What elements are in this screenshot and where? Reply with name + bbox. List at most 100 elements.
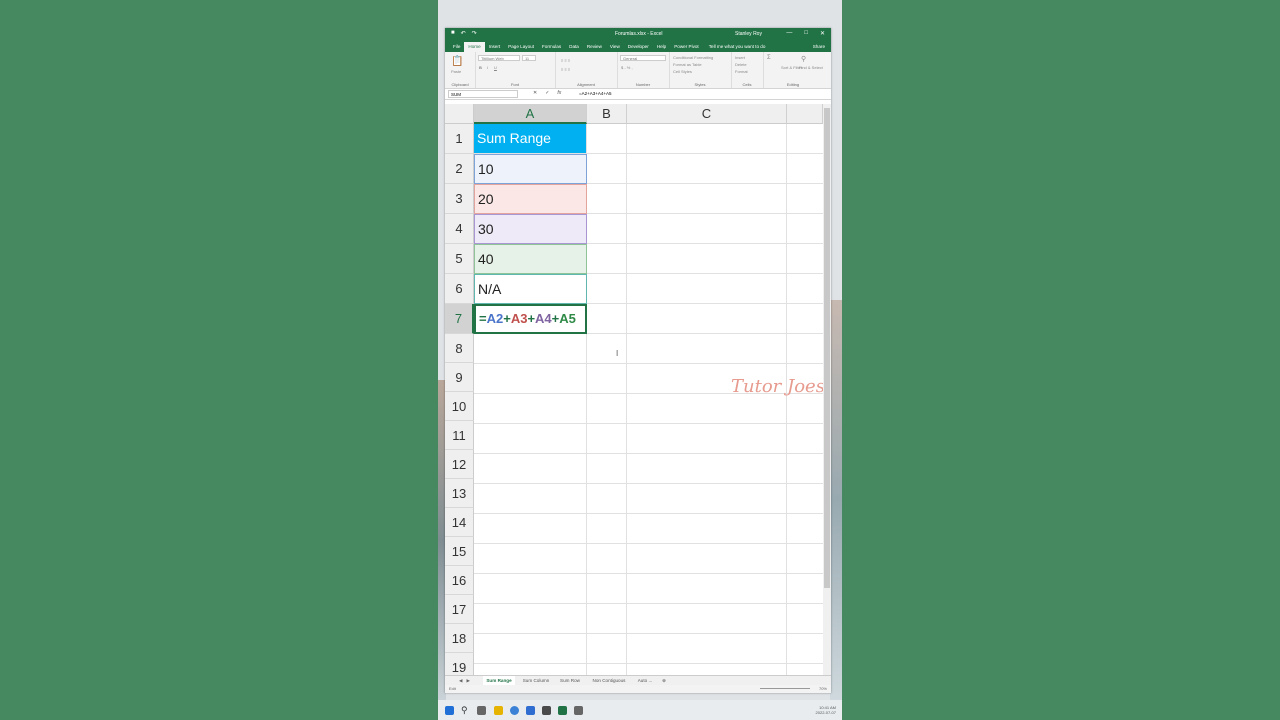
store-icon[interactable] [526,706,535,715]
close-button[interactable]: ✕ [820,30,825,37]
tab-home[interactable]: Home [464,42,485,52]
cell-a6[interactable]: N/A [474,274,587,304]
sheet-nav-arrows[interactable]: ◀▶ [459,678,474,684]
row-header-12[interactable]: 12 [445,450,474,479]
tab-power-pivot[interactable]: Power Pivot [670,42,703,52]
paste-button[interactable]: Paste [451,69,461,74]
cell-a7[interactable]: =A2+A3+A4+A5 [474,304,587,334]
tab-data[interactable]: Data [565,42,583,52]
tab-view[interactable]: View [606,42,624,52]
scrollbar-thumb[interactable] [824,108,830,588]
row-header-11[interactable]: 11 [445,421,474,450]
row-header-16[interactable]: 16 [445,566,474,595]
excel-icon[interactable] [558,706,567,715]
row-header-17[interactable]: 17 [445,595,474,624]
align-top-icon[interactable]: ≡ ≡ ≡ [561,58,570,63]
save-icon[interactable]: ■ [451,30,455,37]
row-header-14[interactable]: 14 [445,508,474,537]
autosum-icon[interactable]: Σ [767,55,771,61]
undo-icon[interactable]: ↶ [461,30,466,37]
sheet-tab-non-contiguous[interactable]: Non Contiguous [587,676,631,685]
tab-page-layout[interactable]: Page Layout [504,42,538,52]
row-header-19[interactable]: 19 [445,653,474,675]
find-select-button[interactable]: Find & Select [799,65,823,70]
row-header-1[interactable]: 1 [445,124,474,154]
user-name[interactable]: Stanley Roy [735,31,762,37]
cell-a2[interactable]: 10 [474,154,587,184]
sheet-tab-sum-column[interactable]: Sum Column [517,676,555,685]
column-header-a[interactable]: A [474,104,587,124]
paste-icon[interactable]: 📋 [451,56,463,67]
row-header-5[interactable]: 5 [445,244,474,274]
maximize-button[interactable]: □ [804,30,808,37]
column-header-c[interactable]: C [627,104,787,124]
sheet-tab-auto[interactable]: Auto ... [633,676,657,685]
insert-cells-button[interactable]: Insert [735,55,745,60]
browser-icon[interactable] [510,706,519,715]
row-header-3[interactable]: 3 [445,184,474,214]
row-header-7[interactable]: 7 [445,304,474,334]
minimize-button[interactable]: — [786,30,792,37]
enter-icon[interactable]: ✓ [545,90,549,96]
row-header-4[interactable]: 4 [445,214,474,244]
cell-a5[interactable]: 40 [474,244,587,274]
name-box[interactable]: SUM [448,90,518,98]
system-clock[interactable]: 10:41 AM 2022-07-07 [816,705,836,715]
add-sheet-button[interactable]: ⊕ [659,676,669,685]
redo-icon[interactable]: ↷ [472,30,477,37]
find-icon[interactable]: ⚲ [801,55,806,63]
bold-button[interactable]: B [479,65,482,70]
cancel-icon[interactable]: ✕ [533,90,537,96]
conditional-formatting-button[interactable]: Conditional Formatting [673,55,713,60]
function-icon[interactable]: fx [557,90,561,96]
tell-me-search[interactable]: Tell me what you want to do [709,42,766,52]
tab-formulas[interactable]: Formulas [538,42,565,52]
text-cursor-icon: I [616,349,619,358]
cell-styles-button[interactable]: Cell Styles [673,69,692,74]
format-as-table-button[interactable]: Format as Table [673,62,702,67]
format-cells-button[interactable]: Format [735,69,748,74]
currency-icon[interactable]: $ - % , [621,65,633,70]
tab-insert[interactable]: Insert [485,42,505,52]
zoom-slider[interactable] [760,688,810,689]
row-header-15[interactable]: 15 [445,537,474,566]
tab-review[interactable]: Review [583,42,606,52]
vertical-scrollbar[interactable] [823,104,831,675]
app-icon[interactable] [574,706,583,715]
column-header-d[interactable] [787,104,823,124]
font-name-select[interactable]: Titillium Web [478,55,520,61]
share-button[interactable]: Share [813,42,825,52]
tab-developer[interactable]: Developer [624,42,653,52]
number-format-select[interactable]: General [620,55,666,61]
underline-button[interactable]: U [494,65,497,70]
row-header-18[interactable]: 18 [445,624,474,653]
cells-group: Insert Delete Format Cells [731,52,764,88]
row-header-10[interactable]: 10 [445,392,474,421]
search-icon[interactable]: ⚲ [461,706,470,715]
sheet-tab-sum-row[interactable]: Sum Row [555,676,585,685]
file-explorer-icon[interactable] [494,706,503,715]
row-header-9[interactable]: 9 [445,363,474,392]
tab-file[interactable]: File [449,42,464,52]
tab-help[interactable]: Help [653,42,670,52]
column-header-b[interactable]: B [587,104,627,124]
align-left-icon[interactable]: ≡ ≡ ≡ [561,67,570,72]
start-icon[interactable] [445,706,454,715]
row-header-6[interactable]: 6 [445,274,474,304]
cell-a4[interactable]: 30 [474,214,587,244]
italic-button[interactable]: I [487,65,488,70]
font-size-select[interactable]: 11 [522,55,536,61]
row-header-2[interactable]: 2 [445,154,474,184]
row-header-13[interactable]: 13 [445,479,474,508]
status-bar: Edit 70% [445,685,831,693]
delete-cells-button[interactable]: Delete [735,62,747,67]
formula-input[interactable]: =A2+A3+A4+A5 [579,90,612,98]
select-all-corner[interactable] [445,104,474,124]
task-view-icon[interactable] [477,706,486,715]
row-header-8[interactable]: 8 [445,334,474,363]
zoom-level[interactable]: 70% [819,686,827,691]
cell-a1[interactable]: Sum Range [474,124,587,154]
cell-a3[interactable]: 20 [474,184,587,214]
number-group-label: Number [635,82,651,87]
terminal-icon[interactable] [542,706,551,715]
